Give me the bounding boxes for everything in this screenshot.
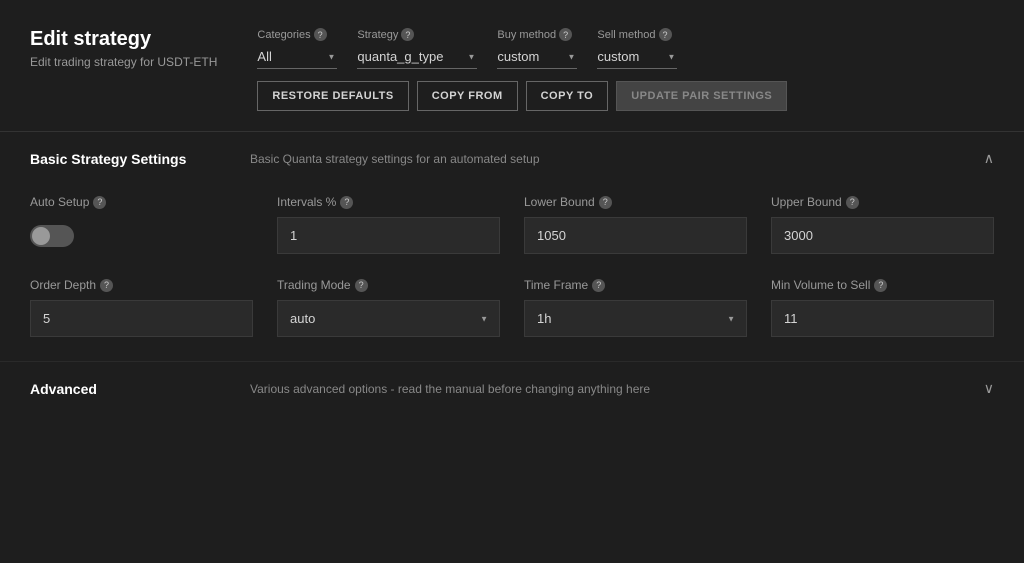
categories-dropdown-group: Categories ? All: [257, 28, 337, 69]
intervals-label: Intervals % ?: [277, 195, 500, 209]
page-container: Edit strategy Edit trading strategy for …: [0, 0, 1024, 563]
time-frame-select-wrapper: 1h 4h 1d: [524, 300, 747, 337]
min-volume-label: Min Volume to Sell ?: [771, 278, 994, 292]
basic-strategy-fields: Auto Setup ? Intervals % ?: [0, 185, 1024, 361]
page-title: Edit strategy: [30, 28, 217, 51]
min-volume-help-icon: ?: [874, 279, 887, 292]
sell-method-dropdown-group: Sell method ? custom: [597, 28, 677, 69]
dropdowns-row: Categories ? All Strategy ?: [257, 28, 994, 69]
basic-strategy-collapse-icon[interactable]: ∧: [984, 150, 994, 167]
categories-help-icon: ?: [314, 28, 327, 41]
intervals-help-icon: ?: [340, 196, 353, 209]
auto-setup-field: Auto Setup ?: [30, 195, 253, 254]
trading-mode-label: Trading Mode ?: [277, 278, 500, 292]
auto-setup-toggle[interactable]: [30, 225, 74, 247]
auto-setup-help-icon: ?: [93, 196, 106, 209]
order-depth-field: Order Depth ?: [30, 278, 253, 337]
update-pair-settings-button[interactable]: UPDATE PAIR SETTINGS: [616, 81, 787, 111]
upper-bound-input[interactable]: [771, 217, 994, 254]
advanced-title: Advanced: [30, 381, 230, 397]
upper-bound-field: Upper Bound ?: [771, 195, 994, 254]
trading-mode-select[interactable]: auto manual: [277, 300, 500, 337]
copy-from-button[interactable]: COPY FROM: [417, 81, 518, 111]
trading-mode-help-icon: ?: [355, 279, 368, 292]
categories-label: Categories ?: [257, 28, 337, 41]
upper-bound-help-icon: ?: [846, 196, 859, 209]
toggle-knob: [32, 227, 50, 245]
advanced-section: Advanced Various advanced options - read…: [0, 362, 1024, 415]
lower-bound-field: Lower Bound ?: [524, 195, 747, 254]
order-depth-input[interactable]: [30, 300, 253, 337]
copy-to-button[interactable]: COPY TO: [526, 81, 609, 111]
buy-method-dropdown-group: Buy method ? custom: [497, 28, 577, 69]
intervals-field: Intervals % ?: [277, 195, 500, 254]
strategy-label: Strategy ?: [357, 28, 477, 41]
min-volume-field: Min Volume to Sell ?: [771, 278, 994, 337]
sell-method-select[interactable]: custom: [597, 45, 677, 69]
strategy-dropdown-group: Strategy ? quanta_g_type: [357, 28, 477, 69]
fields-row-2: Order Depth ? Trading Mode ? auto: [30, 278, 994, 337]
advanced-description: Various advanced options - read the manu…: [250, 382, 964, 396]
page-subtitle: Edit trading strategy for USDT-ETH: [30, 55, 217, 69]
top-bar: Edit strategy Edit trading strategy for …: [0, 0, 1024, 132]
lower-bound-input[interactable]: [524, 217, 747, 254]
time-frame-help-icon: ?: [592, 279, 605, 292]
advanced-expand-icon[interactable]: ∨: [984, 380, 994, 397]
categories-dropdown-wrapper: All: [257, 45, 337, 69]
sell-method-label: Sell method ?: [597, 28, 677, 41]
min-volume-input[interactable]: [771, 300, 994, 337]
main-content: Basic Strategy Settings Basic Quanta str…: [0, 132, 1024, 563]
buy-method-label: Buy method ?: [497, 28, 577, 41]
time-frame-label: Time Frame ?: [524, 278, 747, 292]
order-depth-label: Order Depth ?: [30, 278, 253, 292]
buy-method-dropdown-wrapper: custom: [497, 45, 577, 69]
buy-method-select[interactable]: custom: [497, 45, 577, 69]
controls-area: Categories ? All Strategy ?: [257, 28, 994, 111]
sell-method-help-icon: ?: [659, 28, 672, 41]
sell-method-dropdown-wrapper: custom: [597, 45, 677, 69]
intervals-input[interactable]: [277, 217, 500, 254]
fields-row-1: Auto Setup ? Intervals % ?: [30, 195, 994, 254]
restore-defaults-button[interactable]: RESTORE DEFAULTS: [257, 81, 408, 111]
buttons-row: RESTORE DEFAULTS COPY FROM COPY TO UPDAT…: [257, 81, 994, 111]
basic-strategy-title: Basic Strategy Settings: [30, 151, 230, 167]
lower-bound-label: Lower Bound ?: [524, 195, 747, 209]
strategy-dropdown-wrapper: quanta_g_type: [357, 45, 477, 69]
strategy-select[interactable]: quanta_g_type: [357, 45, 477, 69]
lower-bound-help-icon: ?: [599, 196, 612, 209]
order-depth-help-icon: ?: [100, 279, 113, 292]
basic-strategy-header: Basic Strategy Settings Basic Quanta str…: [0, 132, 1024, 185]
time-frame-select[interactable]: 1h 4h 1d: [524, 300, 747, 337]
categories-select[interactable]: All: [257, 45, 337, 69]
strategy-help-icon: ?: [401, 28, 414, 41]
buy-method-help-icon: ?: [559, 28, 572, 41]
trading-mode-field: Trading Mode ? auto manual: [277, 278, 500, 337]
trading-mode-select-wrapper: auto manual: [277, 300, 500, 337]
auto-setup-label: Auto Setup ?: [30, 195, 253, 209]
basic-strategy-description: Basic Quanta strategy settings for an au…: [250, 152, 964, 166]
upper-bound-label: Upper Bound ?: [771, 195, 994, 209]
basic-strategy-section: Basic Strategy Settings Basic Quanta str…: [0, 132, 1024, 362]
title-section: Edit strategy Edit trading strategy for …: [30, 28, 217, 69]
time-frame-field: Time Frame ? 1h 4h 1d: [524, 278, 747, 337]
